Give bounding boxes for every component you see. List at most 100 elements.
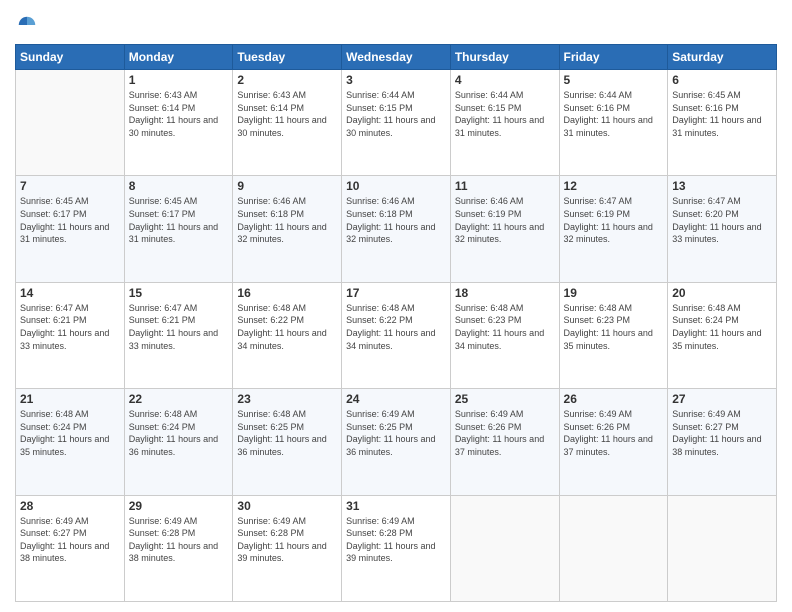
day-number: 30 (237, 499, 337, 513)
day-info: Sunrise: 6:49 AMSunset: 6:27 PMDaylight:… (20, 515, 120, 565)
day-info: Sunrise: 6:44 AMSunset: 6:15 PMDaylight:… (455, 89, 555, 139)
day-number: 21 (20, 392, 120, 406)
weekday-header-row: SundayMondayTuesdayWednesdayThursdayFrid… (16, 45, 777, 70)
calendar-cell: 7Sunrise: 6:45 AMSunset: 6:17 PMDaylight… (16, 176, 125, 282)
header (15, 10, 777, 36)
weekday-header-wednesday: Wednesday (342, 45, 451, 70)
day-info: Sunrise: 6:48 AMSunset: 6:24 PMDaylight:… (20, 408, 120, 458)
day-info: Sunrise: 6:48 AMSunset: 6:24 PMDaylight:… (129, 408, 229, 458)
calendar-cell: 21 Sunrise: 6:48 AMSunset: 6:24 PMDayligh… (16, 389, 125, 495)
day-number: 5 (564, 73, 664, 87)
day-info: Sunrise: 6:45 AMSunset: 6:17 PMDaylight:… (129, 195, 229, 245)
calendar-cell: 4 Sunrise: 6:44 AMSunset: 6:15 PMDaylight… (450, 70, 559, 176)
calendar-week-5: 28Sunrise: 6:49 AMSunset: 6:27 PMDayligh… (16, 495, 777, 601)
day-info: Sunrise: 6:48 AMSunset: 6:23 PMDaylight:… (564, 302, 664, 352)
day-number: 2 (237, 73, 337, 87)
day-number: 9 (237, 179, 337, 193)
day-number: 14 (20, 286, 120, 300)
day-number: 27 (672, 392, 772, 406)
day-number: 23 (237, 392, 337, 406)
day-number: 17 (346, 286, 446, 300)
calendar-cell: 14 Sunrise: 6:47 AMSunset: 6:21 PMDayligh… (16, 282, 125, 388)
day-number: 24 (346, 392, 446, 406)
weekday-header-thursday: Thursday (450, 45, 559, 70)
calendar-cell: 25 Sunrise: 6:49 AMSunset: 6:26 PMDayligh… (450, 389, 559, 495)
day-info: Sunrise: 6:45 AMSunset: 6:16 PMDaylight:… (672, 89, 772, 139)
day-info: Sunrise: 6:48 AMSunset: 6:22 PMDaylight:… (346, 302, 446, 352)
calendar-cell: 8 Sunrise: 6:45 AMSunset: 6:17 PMDaylight… (124, 176, 233, 282)
day-info: Sunrise: 6:48 AMSunset: 6:25 PMDaylight:… (237, 408, 337, 458)
calendar-cell (450, 495, 559, 601)
day-info: Sunrise: 6:46 AMSunset: 6:18 PMDaylight:… (237, 195, 337, 245)
day-info: Sunrise: 6:49 AMSunset: 6:28 PMDaylight:… (346, 515, 446, 565)
day-info: Sunrise: 6:48 AMSunset: 6:23 PMDaylight:… (455, 302, 555, 352)
calendar-cell: 3 Sunrise: 6:44 AMSunset: 6:15 PMDaylight… (342, 70, 451, 176)
day-info: Sunrise: 6:44 AMSunset: 6:15 PMDaylight:… (346, 89, 446, 139)
day-info: Sunrise: 6:47 AMSunset: 6:20 PMDaylight:… (672, 195, 772, 245)
calendar-week-4: 21 Sunrise: 6:48 AMSunset: 6:24 PMDayligh… (16, 389, 777, 495)
day-number: 16 (237, 286, 337, 300)
calendar-cell: 6 Sunrise: 6:45 AMSunset: 6:16 PMDaylight… (668, 70, 777, 176)
day-info: Sunrise: 6:45 AMSunset: 6:17 PMDaylight:… (20, 195, 120, 245)
calendar-cell: 27 Sunrise: 6:49 AMSunset: 6:27 PMDayligh… (668, 389, 777, 495)
calendar-cell: 5 Sunrise: 6:44 AMSunset: 6:16 PMDaylight… (559, 70, 668, 176)
calendar-table: SundayMondayTuesdayWednesdayThursdayFrid… (15, 44, 777, 602)
day-info: Sunrise: 6:49 AMSunset: 6:26 PMDaylight:… (455, 408, 555, 458)
calendar-cell: 11 Sunrise: 6:46 AMSunset: 6:19 PMDayligh… (450, 176, 559, 282)
day-info: Sunrise: 6:43 AMSunset: 6:14 PMDaylight:… (129, 89, 229, 139)
day-number: 10 (346, 179, 446, 193)
calendar-cell: 17 Sunrise: 6:48 AMSunset: 6:22 PMDayligh… (342, 282, 451, 388)
weekday-header-saturday: Saturday (668, 45, 777, 70)
calendar-cell: 20Sunrise: 6:48 AMSunset: 6:24 PMDayligh… (668, 282, 777, 388)
day-info: Sunrise: 6:49 AMSunset: 6:27 PMDaylight:… (672, 408, 772, 458)
calendar-cell: 16 Sunrise: 6:48 AMSunset: 6:22 PMDayligh… (233, 282, 342, 388)
day-info: Sunrise: 6:47 AMSunset: 6:19 PMDaylight:… (564, 195, 664, 245)
calendar-cell: 2 Sunrise: 6:43 AMSunset: 6:14 PMDaylight… (233, 70, 342, 176)
calendar-week-1: 1 Sunrise: 6:43 AMSunset: 6:14 PMDaylight… (16, 70, 777, 176)
calendar-cell: 12Sunrise: 6:47 AMSunset: 6:19 PMDayligh… (559, 176, 668, 282)
calendar-cell: 9 Sunrise: 6:46 AMSunset: 6:18 PMDaylight… (233, 176, 342, 282)
weekday-header-sunday: Sunday (16, 45, 125, 70)
day-number: 13 (672, 179, 772, 193)
day-info: Sunrise: 6:49 AMSunset: 6:25 PMDaylight:… (346, 408, 446, 458)
day-number: 4 (455, 73, 555, 87)
day-number: 6 (672, 73, 772, 87)
day-number: 26 (564, 392, 664, 406)
calendar-cell: 23 Sunrise: 6:48 AMSunset: 6:25 PMDayligh… (233, 389, 342, 495)
calendar-cell: 28Sunrise: 6:49 AMSunset: 6:27 PMDayligh… (16, 495, 125, 601)
day-info: Sunrise: 6:47 AMSunset: 6:21 PMDaylight:… (129, 302, 229, 352)
calendar-cell: 24 Sunrise: 6:49 AMSunset: 6:25 PMDayligh… (342, 389, 451, 495)
day-info: Sunrise: 6:49 AMSunset: 6:26 PMDaylight:… (564, 408, 664, 458)
calendar-week-2: 7Sunrise: 6:45 AMSunset: 6:17 PMDaylight… (16, 176, 777, 282)
day-number: 19 (564, 286, 664, 300)
day-number: 3 (346, 73, 446, 87)
calendar-cell: 15 Sunrise: 6:47 AMSunset: 6:21 PMDayligh… (124, 282, 233, 388)
calendar-cell: 30Sunrise: 6:49 AMSunset: 6:28 PMDayligh… (233, 495, 342, 601)
day-info: Sunrise: 6:48 AMSunset: 6:22 PMDaylight:… (237, 302, 337, 352)
day-number: 15 (129, 286, 229, 300)
day-info: Sunrise: 6:47 AMSunset: 6:21 PMDaylight:… (20, 302, 120, 352)
day-info: Sunrise: 6:48 AMSunset: 6:24 PMDaylight:… (672, 302, 772, 352)
calendar-cell: 1 Sunrise: 6:43 AMSunset: 6:14 PMDaylight… (124, 70, 233, 176)
day-number: 25 (455, 392, 555, 406)
logo-icon (16, 14, 38, 36)
calendar-cell: 31 Sunrise: 6:49 AMSunset: 6:28 PMDayligh… (342, 495, 451, 601)
calendar-week-3: 14 Sunrise: 6:47 AMSunset: 6:21 PMDayligh… (16, 282, 777, 388)
day-info: Sunrise: 6:49 AMSunset: 6:28 PMDaylight:… (129, 515, 229, 565)
day-number: 22 (129, 392, 229, 406)
day-number: 31 (346, 499, 446, 513)
calendar-cell: 22 Sunrise: 6:48 AMSunset: 6:24 PMDayligh… (124, 389, 233, 495)
day-info: Sunrise: 6:46 AMSunset: 6:19 PMDaylight:… (455, 195, 555, 245)
day-number: 29 (129, 499, 229, 513)
day-info: Sunrise: 6:43 AMSunset: 6:14 PMDaylight:… (237, 89, 337, 139)
day-number: 18 (455, 286, 555, 300)
weekday-header-tuesday: Tuesday (233, 45, 342, 70)
day-info: Sunrise: 6:44 AMSunset: 6:16 PMDaylight:… (564, 89, 664, 139)
day-number: 11 (455, 179, 555, 193)
day-number: 1 (129, 73, 229, 87)
calendar-cell: 19 Sunrise: 6:48 AMSunset: 6:23 PMDayligh… (559, 282, 668, 388)
weekday-header-friday: Friday (559, 45, 668, 70)
day-number: 8 (129, 179, 229, 193)
calendar-cell: 10Sunrise: 6:46 AMSunset: 6:18 PMDayligh… (342, 176, 451, 282)
calendar-cell: 26 Sunrise: 6:49 AMSunset: 6:26 PMDayligh… (559, 389, 668, 495)
